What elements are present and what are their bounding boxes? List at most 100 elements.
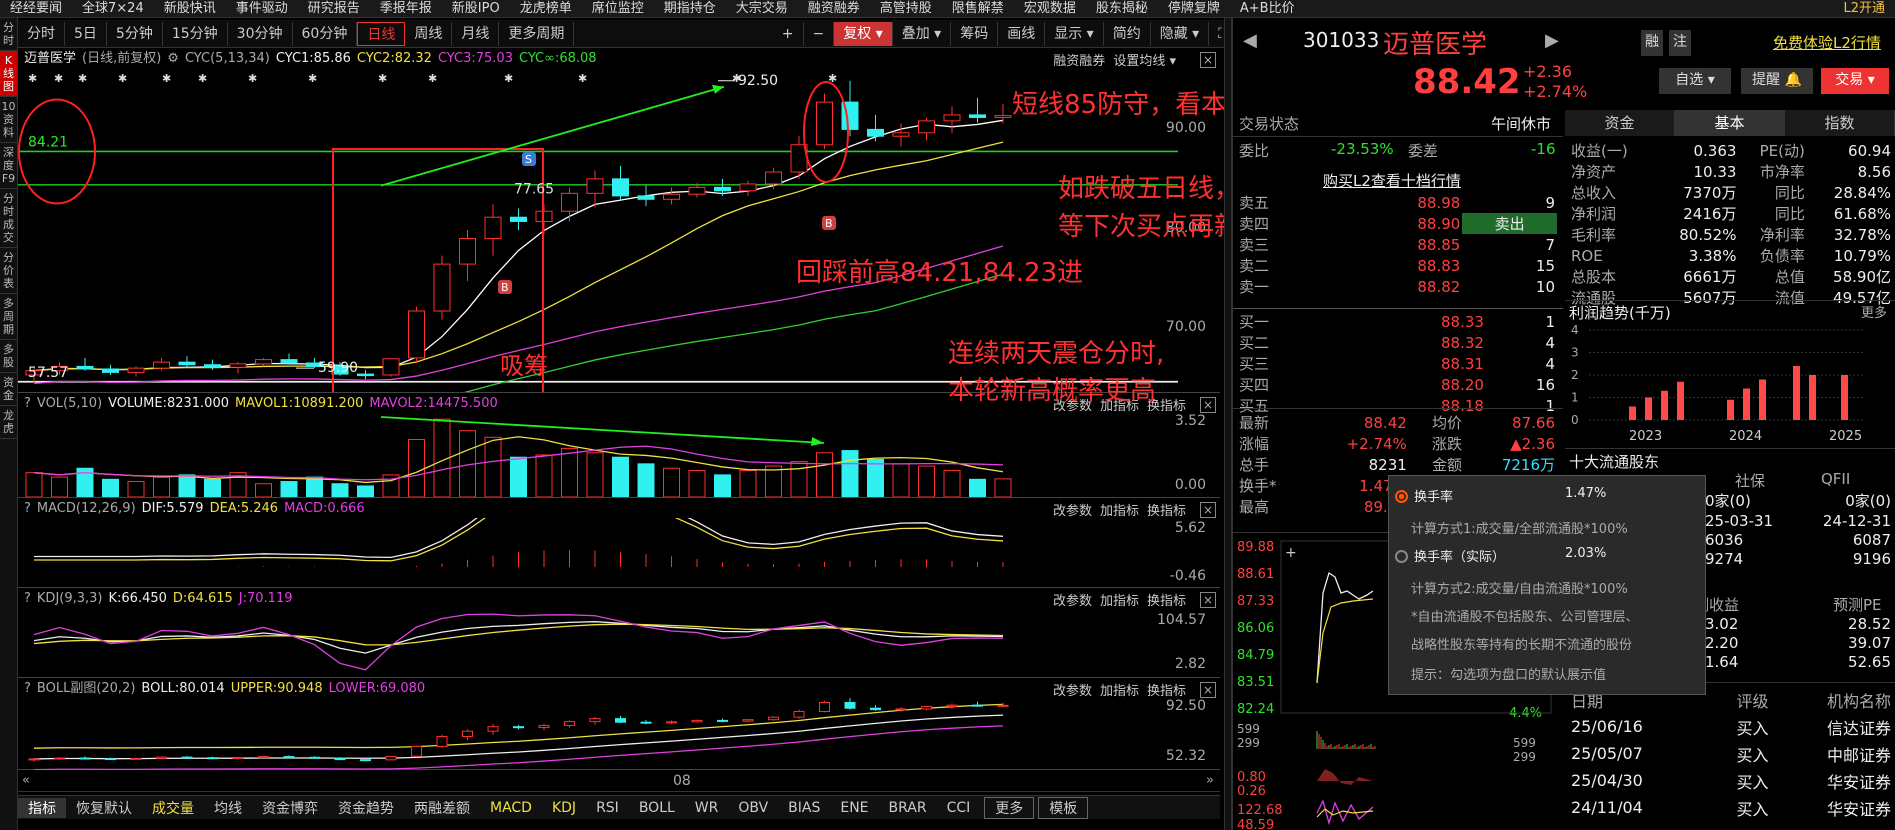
top-menu-item[interactable]: 新股IPO (442, 0, 510, 17)
top-menu-item[interactable]: 席位监控 (582, 0, 654, 17)
candle[interactable] (586, 170, 604, 208)
volume-bar[interactable] (790, 461, 808, 497)
close-icon[interactable]: × (1200, 52, 1216, 68)
scroll-left-icon[interactable]: « (22, 773, 30, 788)
vol-chart[interactable] (18, 413, 1220, 497)
radio-checked-icon[interactable] (1395, 490, 1408, 503)
close-icon[interactable]: × (1200, 397, 1216, 413)
indicator-tab[interactable]: OBV (728, 800, 778, 816)
candle[interactable] (433, 255, 451, 320)
candle[interactable] (561, 187, 578, 222)
gear-icon[interactable]: ⚙ (167, 51, 179, 66)
macd-pane[interactable]: ? MACD(12,26,9) DIF:5.579 DEA:5.246 MACD:0.6… (18, 500, 1220, 588)
candle[interactable] (739, 180, 757, 196)
volume-bar[interactable] (51, 476, 68, 497)
mini-add-icon[interactable]: + (1285, 545, 1297, 561)
close-icon[interactable]: × (1200, 682, 1216, 698)
candle[interactable] (612, 166, 629, 201)
candle[interactable] (357, 369, 374, 380)
close-icon[interactable]: × (1200, 592, 1216, 608)
volume-bar[interactable] (892, 463, 910, 497)
huaxian-button[interactable]: 画线 (998, 21, 1046, 46)
next-stock-icon[interactable]: ▶ (1545, 30, 1559, 51)
volume-bar[interactable] (178, 474, 196, 497)
volume-bar[interactable] (612, 456, 629, 497)
indicator-name[interactable]: CYC(5,13,34) (185, 51, 270, 66)
help-icon[interactable]: ? (24, 396, 31, 411)
help-icon[interactable]: ? (24, 501, 31, 516)
edit-params-button[interactable]: 改参数 (1053, 504, 1092, 519)
volume-bar[interactable] (969, 478, 986, 497)
indicator-tab[interactable]: KDJ (542, 800, 586, 816)
close-icon[interactable]: × (1200, 502, 1216, 518)
boll-chart[interactable] (18, 698, 1220, 770)
volume-bar[interactable] (943, 469, 961, 497)
x-axis-scroll[interactable]: « 08 » (18, 772, 1220, 792)
candle[interactable] (127, 366, 145, 377)
add-indicator-button[interactable]: 加指标 (1100, 684, 1139, 699)
volume-bar[interactable] (306, 476, 323, 497)
volume-bar[interactable] (408, 439, 425, 497)
indicator-tab[interactable]: 模板 (1038, 796, 1089, 819)
top-menu-item[interactable]: 季报年报 (370, 0, 442, 17)
help-icon[interactable]: ? (24, 681, 31, 696)
volume-bar[interactable] (841, 450, 859, 497)
indicator-tab[interactable]: 更多 (984, 796, 1035, 819)
add-indicator-button[interactable]: 加指标 (1100, 594, 1139, 609)
zoom-out-button[interactable]: − (804, 21, 835, 46)
indicator-tab[interactable]: MACD (480, 800, 542, 816)
indicator-tab[interactable]: 均线 (204, 798, 252, 818)
vol-name[interactable]: VOL(5,10) (37, 396, 102, 411)
macd-name[interactable]: MACD(12,26,9) (37, 501, 136, 516)
sell-out-button[interactable]: 卖出 (1462, 213, 1557, 234)
volume-bar[interactable] (535, 454, 553, 497)
candle[interactable] (841, 80, 859, 137)
top-menu-item[interactable]: L2开通 (1833, 0, 1895, 17)
volume-bar[interactable] (484, 436, 502, 497)
scroll-right-icon[interactable]: » (1206, 773, 1214, 788)
fundamental-tab[interactable]: 基本 (1675, 110, 1785, 136)
indicator-tab[interactable]: 恢复默认 (66, 798, 142, 818)
fundamental-tab[interactable]: 指数 (1785, 110, 1895, 136)
diejia-dropdown[interactable]: 叠加 ▾ (893, 21, 952, 46)
period-tab[interactable]: 15分钟 (163, 21, 228, 46)
candle[interactable] (765, 167, 782, 190)
period-tab[interactable]: 30分钟 (228, 21, 293, 46)
candle[interactable] (510, 208, 527, 230)
left-tab[interactable]: 分时成交 (0, 189, 17, 248)
volume-bar[interactable] (816, 452, 833, 497)
top-menu-item[interactable]: A+B比价 (1230, 0, 1305, 17)
zhu-badge[interactable]: 注 (1669, 30, 1691, 56)
indicator-tab[interactable]: ENE (830, 800, 878, 816)
candle[interactable] (918, 117, 935, 141)
swap-indicator-button[interactable]: 换指标 (1147, 594, 1186, 609)
period-tab[interactable]: 5日 (65, 21, 107, 46)
candle[interactable] (76, 357, 94, 371)
period-tab[interactable]: 分时 (18, 21, 65, 46)
volume-bar[interactable] (510, 456, 527, 497)
setting-ma-button[interactable]: 设置均线 (1113, 54, 1165, 69)
volume-bar[interactable] (739, 469, 757, 497)
prev-stock-icon[interactable]: ◀ (1243, 30, 1257, 51)
turnover-option-1[interactable]: 换手率 (1395, 486, 1453, 505)
help-icon[interactable]: ? (24, 591, 31, 606)
left-tab[interactable]: 资金 (0, 373, 17, 406)
top-menu-item[interactable]: 股东揭秘 (1086, 0, 1158, 17)
period-tab[interactable]: 周线 (405, 21, 453, 46)
left-tab[interactable]: 多股 (0, 340, 17, 373)
top-menu-item[interactable]: 宏观数据 (1014, 0, 1086, 17)
left-tab[interactable]: K线图 (0, 51, 17, 97)
top-menu-item[interactable]: 新股快讯 (154, 0, 226, 17)
volume-bar[interactable] (280, 481, 298, 497)
candle[interactable] (382, 358, 400, 377)
candle[interactable] (459, 230, 476, 282)
candle[interactable] (280, 353, 298, 365)
edit-params-button[interactable]: 改参数 (1053, 594, 1092, 609)
indicator-tab[interactable]: 两融差额 (404, 798, 480, 818)
free-l2-link[interactable]: 免费体验L2行情 (1773, 32, 1881, 53)
left-tab[interactable]: 多周期 (0, 294, 17, 340)
candle[interactable] (484, 204, 502, 256)
top-menu-item[interactable]: 大宗交易 (726, 0, 798, 17)
candle[interactable] (943, 106, 961, 133)
yincang-dropdown[interactable]: 隐藏 ▾ (1151, 21, 1210, 46)
